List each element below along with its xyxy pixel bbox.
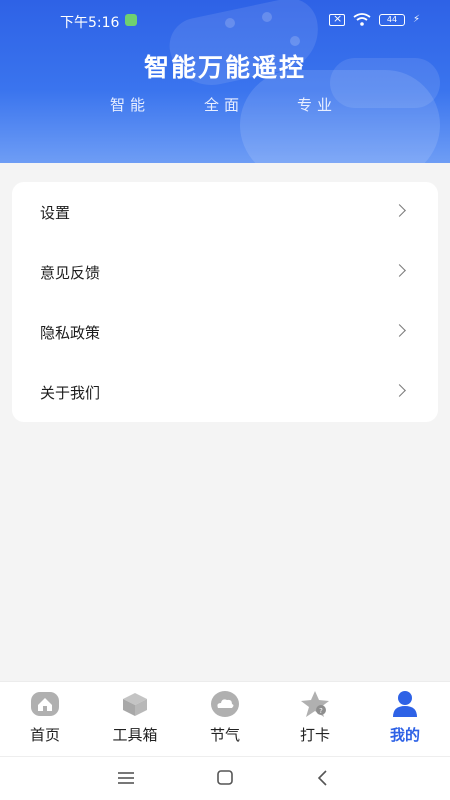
tab-toolbox[interactable]: 工具箱 — [90, 682, 180, 757]
toolbox-icon — [123, 693, 147, 716]
subtitle-comprehensive: 全面 — [204, 96, 245, 114]
subtitle-professional: 专业 — [297, 96, 338, 114]
menu-item-label: 意见反馈 — [40, 263, 101, 282]
tab-label: 工具箱 — [112, 726, 158, 744]
chevron-right-icon — [393, 204, 406, 217]
menu-item-settings[interactable]: 设置 — [12, 182, 438, 242]
status-bar: 下午5:16 44 ⚡ — [0, 0, 450, 40]
back-icon[interactable] — [311, 767, 335, 789]
menu-icon[interactable] — [114, 767, 138, 789]
charging-icon: ⚡ — [412, 14, 420, 25]
tab-label: 节气 — [209, 726, 240, 744]
tab-label: 我的 — [389, 726, 420, 744]
cloud-icon — [211, 691, 239, 717]
system-nav-bar — [0, 756, 450, 800]
home-icon — [31, 692, 59, 716]
tab-home[interactable]: 首页 — [0, 682, 90, 757]
app-notification-icon — [125, 14, 137, 26]
tab-solar-terms[interactable]: 节气 — [180, 682, 270, 757]
menu-item-feedback[interactable]: 意见反馈 — [12, 242, 438, 302]
home-button-icon[interactable] — [213, 767, 237, 789]
star-icon: ? — [301, 691, 329, 717]
battery-level: 44 — [386, 15, 398, 24]
menu-item-label: 关于我们 — [40, 383, 101, 402]
tab-mine[interactable]: 我的 — [360, 682, 450, 757]
menu-item-about-us[interactable]: 关于我们 — [12, 362, 438, 422]
chevron-right-icon — [393, 384, 406, 397]
settings-menu-card: 设置 意见反馈 隐私政策 关于我们 — [12, 182, 438, 422]
battery-icon: 44 — [378, 13, 405, 26]
tab-label: 首页 — [29, 726, 60, 744]
subtitle-smart: 智能 — [110, 96, 151, 114]
user-icon — [393, 691, 417, 717]
status-time: 下午5:16 — [60, 15, 120, 31]
menu-item-label: 设置 — [40, 203, 71, 222]
svg-text:?: ? — [319, 707, 323, 715]
wifi-icon — [353, 13, 371, 26]
menu-item-privacy-policy[interactable]: 隐私政策 — [12, 302, 438, 362]
bottom-tab-bar: 首页 工具箱 节气 ? 打卡 我的 — [0, 681, 450, 756]
header-banner: 下午5:16 44 ⚡ 智能万能遥控 智能 全面 专业 — [0, 0, 450, 163]
tab-checkin[interactable]: ? 打卡 — [270, 682, 360, 757]
menu-item-label: 隐私政策 — [40, 323, 101, 342]
chevron-right-icon — [393, 324, 406, 337]
tab-label: 打卡 — [299, 726, 330, 744]
page-title: 智能万能遥控 — [143, 53, 306, 82]
no-sim-icon — [328, 12, 345, 26]
chevron-right-icon — [393, 264, 406, 277]
